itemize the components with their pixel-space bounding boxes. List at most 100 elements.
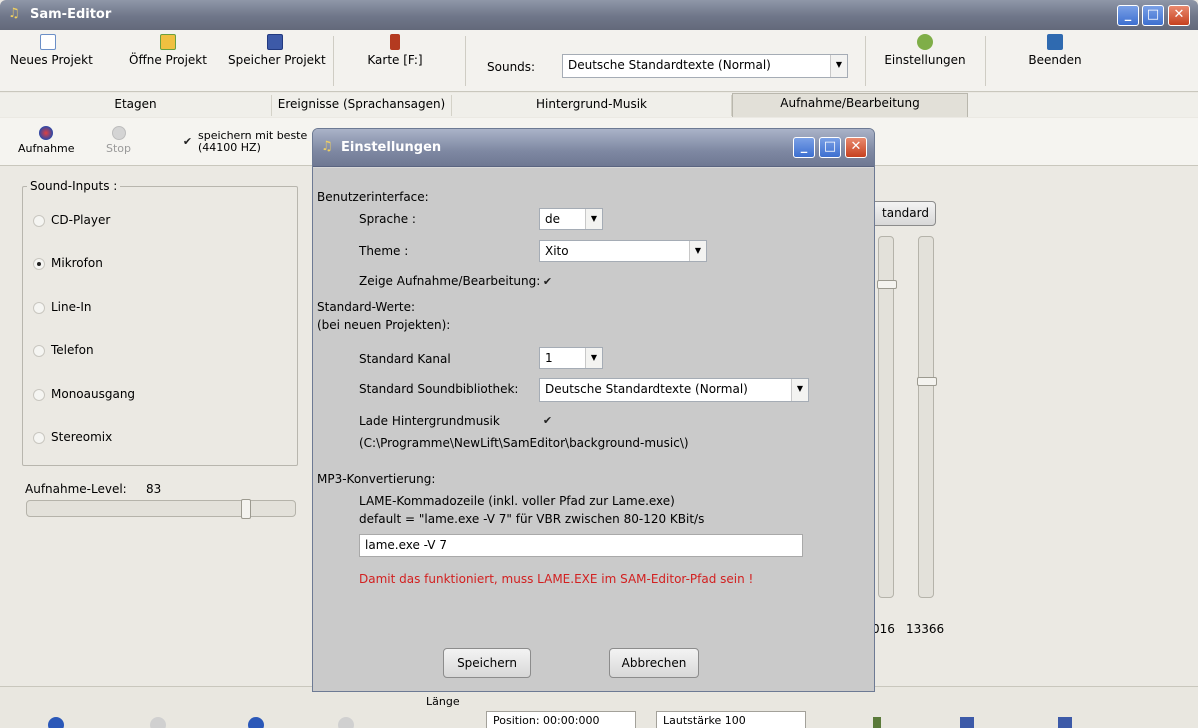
record-button[interactable]: Aufnahme bbox=[18, 126, 75, 155]
radio-label: Mikrofon bbox=[51, 256, 103, 270]
dialog-minimize-button[interactable]: _ bbox=[793, 137, 815, 158]
slider-value-right: 13366 bbox=[906, 622, 945, 636]
pause-status-icon bbox=[338, 717, 354, 728]
app-logo-icon: ♫ bbox=[8, 6, 20, 21]
radio-mikrofon[interactable]: Mikrofon bbox=[33, 256, 103, 270]
tab-aufnahme-bearbeitung[interactable]: Aufnahme/Bearbeitung bbox=[732, 93, 968, 117]
tab-ereignisse[interactable]: Ereignisse (Sprachansagen) bbox=[272, 95, 452, 116]
radio-circle bbox=[33, 301, 45, 314]
library-label: Standard Soundbibliothek: bbox=[359, 382, 519, 396]
dialog-body: Benutzerinterface: Sprache : de ▼ Theme … bbox=[313, 167, 874, 691]
radio-label: Monoausgang bbox=[51, 387, 136, 401]
settings-gear-icon bbox=[917, 34, 933, 50]
chevron-down-icon: ▼ bbox=[585, 348, 602, 368]
card-label: Karte [F:] bbox=[367, 53, 423, 67]
toolbar-separator bbox=[333, 36, 334, 86]
position-value: 00:00:000 bbox=[543, 714, 600, 727]
slider-thumb[interactable] bbox=[241, 499, 251, 519]
library-select[interactable]: Deutsche Standardtexte (Normal) ▼ bbox=[539, 378, 809, 402]
theme-label: Theme : bbox=[359, 244, 409, 258]
lame-default: default = "lame.exe -V 7" für VBR zwisch… bbox=[359, 512, 705, 526]
close-button[interactable]: ✕ bbox=[1168, 5, 1190, 26]
radio-cd-player[interactable]: CD-Player bbox=[33, 213, 110, 227]
radio-telefon[interactable]: Telefon bbox=[33, 343, 94, 357]
sam-editor-window: ♫ Sam-Editor _ □ ✕ Neues Projekt Öffne P… bbox=[0, 0, 1198, 728]
volume-value: 100 bbox=[724, 714, 746, 727]
channel-value: 1 bbox=[545, 351, 553, 365]
radio-stereomix[interactable]: Stereomix bbox=[33, 430, 112, 444]
exit-button[interactable]: Beenden bbox=[1025, 34, 1085, 67]
chevron-down-icon: ▼ bbox=[585, 209, 602, 229]
chevron-down-icon: ▼ bbox=[689, 241, 706, 261]
radio-circle bbox=[33, 214, 45, 227]
radio-line-in[interactable]: Line-In bbox=[33, 300, 91, 314]
tab-etagen[interactable]: Etagen bbox=[0, 95, 272, 116]
show-recording-checkbox[interactable]: ✔ bbox=[541, 276, 554, 289]
exit-label: Beenden bbox=[1028, 53, 1082, 67]
defaults-heading: Standard-Werte: bbox=[317, 300, 416, 314]
record-level-label: Aufnahme-Level: bbox=[25, 482, 127, 496]
vertical-slider-left[interactable] bbox=[877, 236, 897, 598]
tab-hintergrund-musik[interactable]: Hintergrund-Musik bbox=[452, 95, 732, 116]
save-best-line2: (44100 HZ) bbox=[198, 141, 261, 154]
sound-inputs-group: Sound-Inputs : CD-Player Mikrofon Line-I… bbox=[22, 179, 298, 466]
music-note-icon[interactable] bbox=[873, 717, 881, 728]
show-recording-label: Zeige Aufnahme/Bearbeitung: bbox=[359, 274, 541, 288]
new-project-button[interactable]: Neues Projekt bbox=[10, 34, 93, 67]
lame-command-input[interactable]: lame.exe -V 7 bbox=[359, 534, 803, 557]
dialog-close-button[interactable]: ✕ bbox=[845, 137, 867, 158]
save-as-disk-icon[interactable] bbox=[1058, 717, 1072, 728]
record-level-value: 83 bbox=[146, 482, 162, 496]
channel-select[interactable]: 1 ▼ bbox=[539, 347, 603, 369]
ui-heading: Benutzerinterface: bbox=[317, 190, 429, 204]
lame-warning: Damit das funktioniert, muss LAME.EXE im… bbox=[359, 572, 754, 586]
dialog-title-bar: ♫ Einstellungen _ □ ✕ bbox=[313, 129, 874, 167]
dialog-title: Einstellungen bbox=[341, 140, 442, 155]
radio-circle bbox=[33, 344, 45, 357]
record-status-icon bbox=[48, 717, 64, 728]
minimize-button[interactable]: _ bbox=[1117, 5, 1139, 26]
lame-description: LAME-Kommadozeile (inkl. voller Pfad zur… bbox=[359, 494, 675, 508]
position-label: Position: bbox=[493, 714, 540, 727]
slider-thumb[interactable] bbox=[917, 377, 937, 386]
sounds-select[interactable]: Deutsche Standardtexte (Normal) ▼ bbox=[562, 54, 848, 78]
settings-dialog: ♫ Einstellungen _ □ ✕ Benutzerinterface:… bbox=[312, 128, 875, 692]
stop-button[interactable]: Stop bbox=[106, 126, 131, 155]
save-project-label: Speicher Projekt bbox=[228, 53, 326, 67]
save-disk-icon[interactable] bbox=[960, 717, 974, 728]
bg-music-label: Lade Hintergrundmusik bbox=[359, 414, 500, 428]
slider-thumb[interactable] bbox=[877, 280, 897, 289]
sounds-select-value: Deutsche Standardtexte (Normal) bbox=[568, 58, 771, 72]
dialog-maximize-button[interactable]: □ bbox=[819, 137, 841, 158]
stop-status-icon bbox=[150, 717, 166, 728]
record-level-slider[interactable] bbox=[26, 499, 296, 519]
dialog-logo-icon: ♫ bbox=[321, 139, 333, 154]
radio-label: Telefon bbox=[51, 343, 94, 357]
bg-music-checkbox[interactable]: ✔ bbox=[541, 415, 554, 428]
save-best-label: speichern mit beste (44100 HZ) bbox=[198, 130, 307, 154]
theme-select[interactable]: Xito ▼ bbox=[539, 240, 707, 262]
cancel-button[interactable]: Abbrechen bbox=[609, 648, 699, 678]
radio-label: CD-Player bbox=[51, 213, 111, 227]
toolbar: Neues Projekt Öffne Projekt Speicher Pro… bbox=[0, 30, 1198, 92]
stop-label: Stop bbox=[106, 142, 132, 155]
save-button[interactable]: Speichern bbox=[443, 648, 531, 678]
radio-monoausgang[interactable]: Monoausgang bbox=[33, 387, 135, 401]
language-select[interactable]: de ▼ bbox=[539, 208, 603, 230]
maximize-button[interactable]: □ bbox=[1142, 5, 1164, 26]
save-disk-icon bbox=[267, 34, 283, 50]
status-bar: Länge Position: 00:00:000 Lautstärke 100 bbox=[0, 686, 1198, 728]
new-file-icon bbox=[40, 34, 56, 50]
tab-bar: Etagen Ereignisse (Sprachansagen) Hinter… bbox=[0, 93, 1198, 117]
open-folder-icon bbox=[160, 34, 176, 50]
settings-button[interactable]: Einstellungen bbox=[884, 34, 966, 67]
save-project-button[interactable]: Speicher Projekt bbox=[228, 34, 326, 67]
chevron-down-icon: ▼ bbox=[791, 379, 808, 401]
card-button[interactable]: Karte [F:] bbox=[360, 34, 430, 67]
bg-music-path: (C:\Programme\NewLift\SamEditor\backgrou… bbox=[359, 436, 689, 450]
chevron-down-icon: ▼ bbox=[830, 55, 847, 77]
standard-button[interactable]: tandard bbox=[866, 201, 936, 226]
vertical-slider-right[interactable] bbox=[917, 236, 937, 598]
open-project-button[interactable]: Öffne Projekt bbox=[128, 34, 208, 67]
save-best-checkbox[interactable]: ✔ bbox=[181, 136, 194, 149]
